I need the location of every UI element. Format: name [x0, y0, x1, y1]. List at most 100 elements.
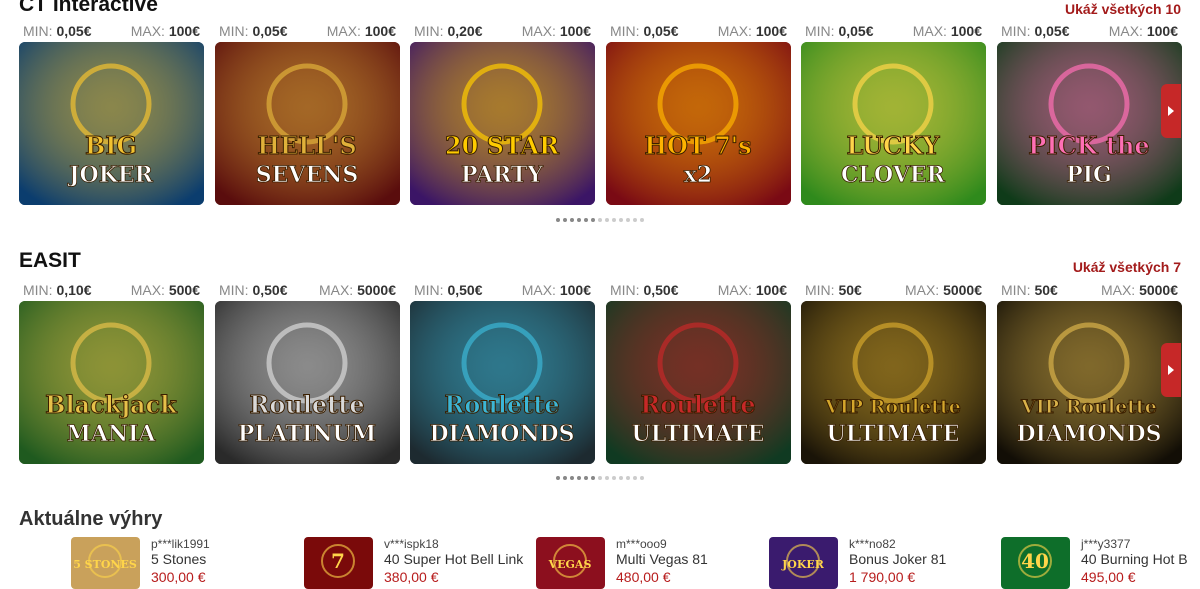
max-bet: MAX: 100€ — [522, 282, 591, 298]
max-bet: MAX: 100€ — [913, 23, 982, 39]
pagination-dot[interactable] — [591, 217, 595, 222]
show-all-link-easit[interactable]: Ukáž všetkých 7 — [1073, 259, 1181, 275]
game-tile[interactable]: MIN: 0,20€ MAX: 100€ 20 STAR PARTY — [410, 20, 595, 205]
recent-win-item[interactable]: JOKER k***no82 Bonus Joker 81 1 790,00 € — [769, 537, 994, 589]
game-thumbnail[interactable]: Roulette PLATINUM — [215, 301, 400, 464]
max-bet-label: MAX: — [130, 23, 165, 39]
game-tile[interactable]: MIN: 50€ MAX: 5000€ VIP Roulette ULTIMATE — [801, 279, 986, 464]
thumbnail-logo-text: 40 — [1021, 549, 1049, 573]
pagination-dot[interactable] — [563, 475, 567, 480]
min-bet-label: MIN: — [610, 23, 640, 39]
game-thumbnail[interactable]: LUCKY CLOVER — [801, 42, 986, 205]
pagination-dot[interactable] — [556, 217, 560, 222]
game-logo-text: 20 STAR — [445, 131, 560, 160]
game-tile[interactable]: MIN: 0,50€ MAX: 100€ Roulette ULTIMATE — [606, 279, 791, 464]
carousel-pagination-easit[interactable] — [0, 475, 1200, 481]
pagination-dot[interactable] — [605, 217, 609, 222]
recent-win-thumbnail[interactable]: 40 — [1001, 537, 1070, 589]
bet-limits: MIN: 0,05€ MAX: 100€ — [997, 20, 1182, 42]
max-bet-label: MAX: — [326, 23, 361, 39]
game-tile[interactable]: MIN: 0,05€ MAX: 100€ BIG JOKER — [19, 20, 204, 205]
pagination-dot[interactable] — [577, 475, 581, 480]
recent-win-item[interactable]: 7 v***ispk18 40 Super Hot Bell Link 380,00 … — [304, 537, 529, 589]
game-logo-text: Blackjack — [45, 390, 178, 419]
won-game-name[interactable]: 40 Super Hot Bell Link — [384, 551, 523, 567]
recent-win-item[interactable]: 5 STONES p***lik1991 5 Stones 300,00 € — [71, 537, 296, 589]
game-tile[interactable]: MIN: 0,05€ MAX: 100€ HOT 7's x2 — [606, 20, 791, 205]
game-logo-text: DIAMONDS — [1016, 421, 1161, 447]
min-bet: MIN: 0,50€ — [610, 282, 679, 298]
max-bet-label: MAX: — [717, 23, 752, 39]
show-all-link-ct-interactive[interactable]: Ukáž všetkých 10 — [1065, 1, 1181, 17]
pagination-dot[interactable] — [640, 217, 644, 222]
game-thumbnail[interactable]: VIP Roulette ULTIMATE — [801, 301, 986, 464]
pagination-dot[interactable] — [570, 475, 574, 480]
recent-win-thumbnail[interactable]: JOKER — [769, 537, 838, 589]
game-thumbnail[interactable]: PICK the PIG — [997, 42, 1182, 205]
won-game-name[interactable]: Bonus Joker 81 — [849, 551, 946, 567]
max-bet: MAX: 500€ — [131, 282, 200, 298]
max-bet-value: 100€ — [755, 23, 787, 39]
won-game-name[interactable]: 40 Burning Hot B — [1081, 551, 1188, 567]
game-tile[interactable]: MIN: 0,50€ MAX: 5000€ Roulette PLATINUM — [215, 279, 400, 464]
max-bet-value: 100€ — [168, 23, 200, 39]
game-logo-text: Roulette — [640, 390, 755, 419]
won-game-name[interactable]: Multi Vegas 81 — [616, 551, 708, 567]
game-tile[interactable]: MIN: 0,05€ MAX: 100€ HELL'S SEVENS — [215, 20, 400, 205]
max-bet-label: MAX: — [130, 282, 165, 298]
game-tile[interactable]: MIN: 0,05€ MAX: 100€ LUCKY CLOVER — [801, 20, 986, 205]
carousel-next-arrow-icon[interactable] — [1161, 84, 1181, 138]
pagination-dot[interactable] — [605, 475, 609, 480]
min-bet-value: 0,50€ — [252, 282, 288, 298]
max-bet: MAX: 5000€ — [905, 282, 982, 298]
game-tile[interactable]: MIN: 0,50€ MAX: 100€ Roulette DIAMONDS — [410, 279, 595, 464]
pagination-dot[interactable] — [556, 475, 560, 480]
pagination-dot[interactable] — [612, 217, 616, 222]
pagination-dot[interactable] — [598, 217, 602, 222]
game-thumbnail[interactable]: Roulette DIAMONDS — [410, 301, 595, 464]
pagination-dot[interactable] — [584, 217, 588, 222]
game-thumbnail[interactable]: 20 STAR PARTY — [410, 42, 595, 205]
won-game-name[interactable]: 5 Stones — [151, 551, 206, 567]
pagination-dot[interactable] — [619, 217, 623, 222]
pagination-dot[interactable] — [612, 475, 616, 480]
game-thumbnail[interactable]: Roulette ULTIMATE — [606, 301, 791, 464]
game-logo-text: DIAMONDS — [429, 421, 574, 447]
recent-win-thumbnail[interactable]: VEGAS — [536, 537, 605, 589]
min-bet: MIN: 0,05€ — [1001, 23, 1070, 39]
carousel-pagination-ct-interactive[interactable] — [0, 217, 1200, 223]
pagination-dot[interactable] — [598, 475, 602, 480]
pagination-dot[interactable] — [626, 217, 630, 222]
pagination-dot[interactable] — [570, 217, 574, 222]
game-thumbnail[interactable]: HOT 7's x2 — [606, 42, 791, 205]
pagination-dot[interactable] — [619, 475, 623, 480]
pagination-dot[interactable] — [577, 217, 581, 222]
game-thumbnail[interactable]: Blackjack MANIA — [19, 301, 204, 464]
pagination-dot[interactable] — [626, 475, 630, 480]
win-amount: 495,00 € — [1081, 569, 1136, 585]
recent-win-thumbnail[interactable]: 5 STONES — [71, 537, 140, 589]
game-tile[interactable]: MIN: 50€ MAX: 5000€ VIP Roulette DIAMONDS — [997, 279, 1182, 464]
game-thumbnail[interactable]: BIG JOKER — [19, 42, 204, 205]
game-tile[interactable]: MIN: 0,10€ MAX: 500€ Blackjack MANIA — [19, 279, 204, 464]
max-bet-value: 5000€ — [943, 282, 982, 298]
game-thumbnail[interactable]: VIP Roulette DIAMONDS — [997, 301, 1182, 464]
pagination-dot[interactable] — [633, 217, 637, 222]
max-bet-value: 100€ — [559, 23, 591, 39]
pagination-dot[interactable] — [591, 475, 595, 480]
recent-win-item[interactable]: 40 j***y3377 40 Burning Hot B 495,00 € — [1001, 537, 1200, 589]
recent-win-item[interactable]: VEGAS m***ooo9 Multi Vegas 81 480,00 € — [536, 537, 761, 589]
pagination-dot[interactable] — [633, 475, 637, 480]
pagination-dot[interactable] — [563, 217, 567, 222]
carousel-next-arrow-icon[interactable] — [1161, 343, 1181, 397]
game-logo-text: PARTY — [461, 162, 543, 188]
game-logo-text: ULTIMATE — [827, 421, 960, 447]
winner-username: k***no82 — [849, 537, 896, 551]
recent-wins-title: Aktuálne výhry — [19, 508, 163, 530]
game-logo-text: BIG — [85, 131, 137, 160]
pagination-dot[interactable] — [584, 475, 588, 480]
game-tile[interactable]: MIN: 0,05€ MAX: 100€ PICK the PIG — [997, 20, 1182, 205]
game-thumbnail[interactable]: HELL'S SEVENS — [215, 42, 400, 205]
pagination-dot[interactable] — [640, 475, 644, 480]
recent-win-thumbnail[interactable]: 7 — [304, 537, 373, 589]
